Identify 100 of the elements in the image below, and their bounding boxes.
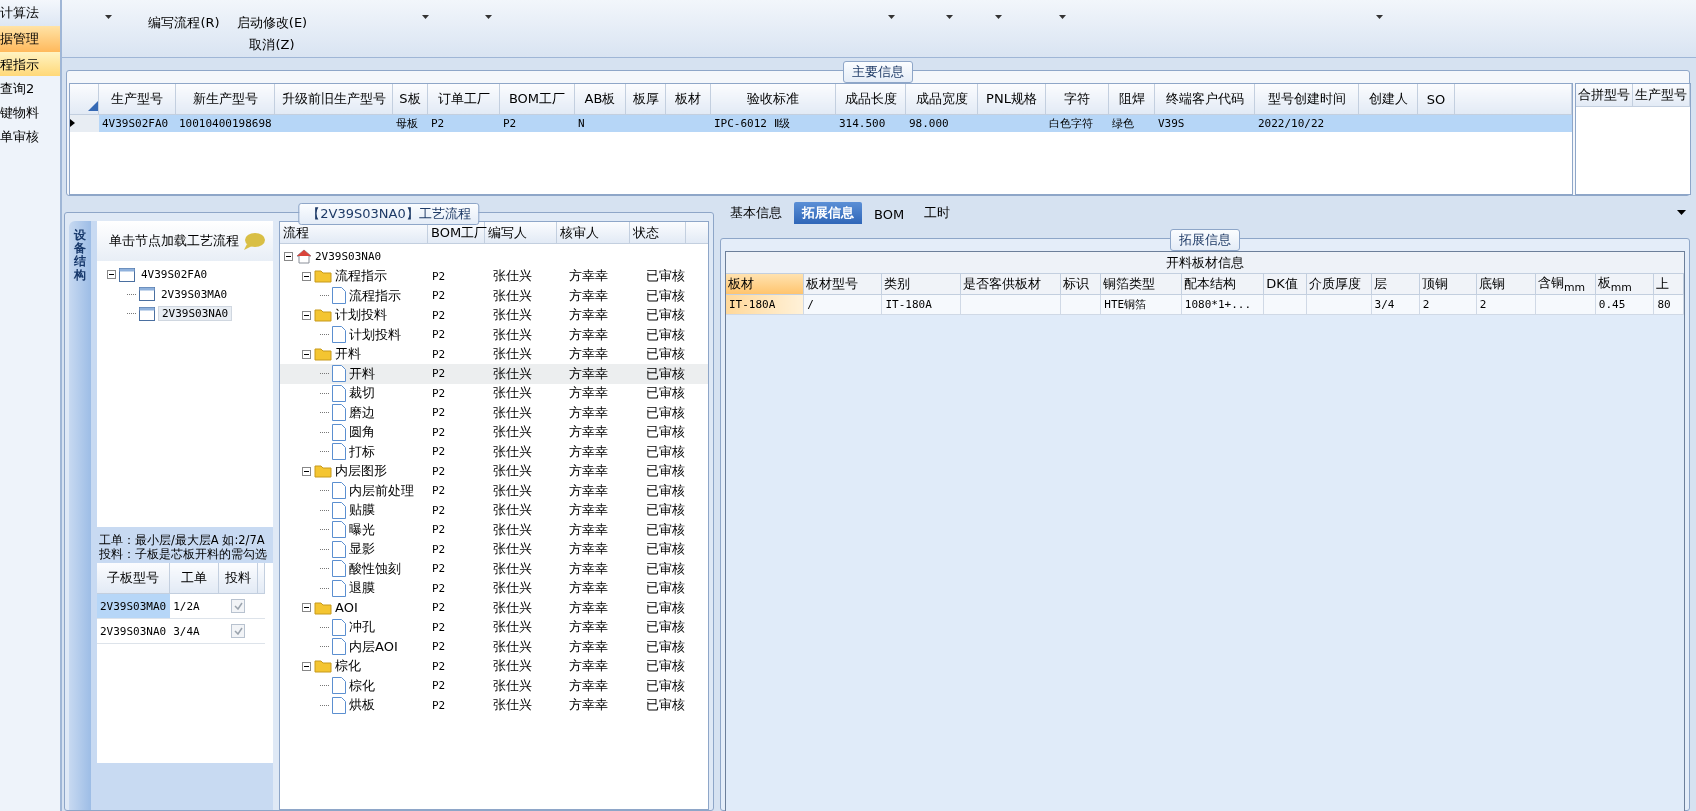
flow-step[interactable]: 流程指示: [349, 286, 401, 305]
column-header[interactable]: 板厚: [625, 84, 666, 115]
column-header[interactable]: 配本结构: [1181, 274, 1264, 295]
column-header[interactable]: 订单工厂: [427, 84, 500, 115]
dropdown-caret-icon[interactable]: [105, 15, 112, 19]
flow-step[interactable]: 磨边: [349, 403, 375, 422]
tab[interactable]: 基本信息: [722, 202, 790, 224]
sidebar-item[interactable]: 单审核: [0, 124, 60, 148]
flow-step[interactable]: 内层前处理: [349, 481, 414, 500]
column-header[interactable]: 上: [1653, 274, 1684, 295]
column-header[interactable]: 标识: [1060, 274, 1101, 295]
dropdown-caret-icon[interactable]: [1059, 15, 1066, 19]
column-header[interactable]: AB板: [574, 84, 626, 115]
column-header[interactable]: 型号创建时间: [1254, 84, 1359, 115]
dropdown-caret-icon[interactable]: [1677, 210, 1686, 215]
tree-item[interactable]: 4V39S02FA0: [138, 268, 211, 282]
dropdown-caret-icon[interactable]: [485, 15, 492, 19]
flow-step[interactable]: 计划投料: [335, 306, 387, 325]
collapse-icon[interactable]: [302, 349, 311, 359]
column-header[interactable]: 终端客户代码: [1154, 84, 1255, 115]
dropdown-caret-icon[interactable]: [995, 15, 1002, 19]
column-header[interactable]: 流程: [280, 222, 428, 243]
column-header[interactable]: 成品宽度: [905, 84, 978, 115]
column-header[interactable]: 是否客供板材: [960, 274, 1061, 295]
column-header[interactable]: PNL规格: [977, 84, 1046, 115]
flow-step[interactable]: 棕化: [335, 657, 361, 676]
column-header[interactable]: 生产型号: [98, 84, 176, 115]
dropdown-caret-icon[interactable]: [946, 15, 953, 19]
dropdown-caret-icon[interactable]: [888, 15, 895, 19]
column-header[interactable]: BOM工厂: [428, 222, 485, 243]
collapse-icon[interactable]: [302, 466, 311, 476]
column-header[interactable]: 成品长度: [835, 84, 906, 115]
tab[interactable]: BOM: [866, 205, 913, 224]
column-header[interactable]: 验收标准: [710, 84, 836, 115]
column-header[interactable]: 子板型号: [97, 563, 170, 594]
column-header[interactable]: 顶铜: [1419, 274, 1477, 295]
flow-step[interactable]: 酸性蚀刻: [349, 559, 401, 578]
toolbar-button[interactable]: 启动修改(E): [236, 12, 308, 34]
column-header[interactable]: 投料: [218, 563, 258, 594]
sidebar-item[interactable]: 程指示: [0, 52, 60, 76]
flow-step[interactable]: 烘板: [349, 696, 375, 715]
column-header[interactable]: 核审人: [557, 222, 630, 243]
sidebar-section[interactable]: 据管理: [0, 26, 60, 52]
flow-step[interactable]: AOI: [335, 600, 358, 616]
column-header[interactable]: 新生产型号: [175, 84, 275, 115]
column-header[interactable]: 底铜: [1476, 274, 1536, 295]
collapse-icon[interactable]: [284, 252, 293, 262]
flow-step[interactable]: 显影: [349, 540, 375, 559]
flow-step[interactable]: 冲孔: [349, 618, 375, 637]
checkbox[interactable]: [231, 599, 246, 613]
column-header[interactable]: 创建人: [1358, 84, 1418, 115]
collapse-icon[interactable]: [302, 661, 311, 671]
flow-step[interactable]: 打标: [349, 442, 375, 461]
column-header[interactable]: DK值: [1263, 274, 1307, 295]
column-header[interactable]: 层: [1371, 274, 1420, 295]
collapse-icon[interactable]: [302, 310, 311, 320]
flow-step[interactable]: 开料: [335, 345, 361, 364]
column-header[interactable]: 板材: [726, 274, 804, 295]
flow-step[interactable]: 裁切: [349, 384, 375, 403]
dropdown-caret-icon[interactable]: [1376, 15, 1383, 19]
column-header[interactable]: 类别: [881, 274, 961, 295]
column-header[interactable]: 铜箔类型: [1100, 274, 1182, 295]
sidebar-item[interactable]: 键物料: [0, 100, 60, 124]
dropdown-caret-icon[interactable]: [422, 15, 429, 19]
flow-step[interactable]: 圆角: [349, 423, 375, 442]
flow-step[interactable]: 开料: [349, 364, 375, 383]
sidebar-item[interactable]: 查询2: [0, 76, 60, 100]
column-header[interactable]: 板材型号: [803, 274, 882, 295]
column-header[interactable]: 板材: [665, 84, 711, 115]
column-header[interactable]: 合拼型号: [1576, 84, 1633, 107]
tab[interactable]: 工时: [916, 202, 959, 224]
collapse-icon[interactable]: [107, 270, 116, 280]
corner-icon[interactable]: [88, 101, 98, 111]
tree-item[interactable]: 2V39S03MA0: [158, 287, 231, 301]
flow-step[interactable]: 贴膜: [349, 501, 375, 520]
toolbar-button[interactable]: 取消(Z): [249, 34, 295, 56]
column-header[interactable]: 介质厚度: [1306, 274, 1372, 295]
flow-step[interactable]: 2V39S03NA0: [315, 250, 382, 264]
flow-step[interactable]: 计划投料: [349, 325, 401, 344]
column-header[interactable]: 生产型号: [1632, 84, 1690, 107]
column-header[interactable]: 阻焊: [1108, 84, 1155, 115]
toolbar-button[interactable]: 编写流程(R): [148, 12, 220, 34]
column-header[interactable]: BOM工厂: [499, 84, 575, 115]
column-header[interactable]: 状态: [630, 222, 686, 243]
column-header[interactable]: SO: [1417, 84, 1455, 115]
flow-step[interactable]: 内层图形: [335, 462, 387, 481]
flow-step[interactable]: 内层AOI: [349, 637, 398, 656]
sidebar-section[interactable]: 计算法: [0, 0, 60, 26]
flow-step[interactable]: 流程指示: [335, 267, 387, 286]
column-header[interactable]: 编写人: [485, 222, 557, 243]
column-header[interactable]: 工单: [169, 563, 219, 594]
column-header[interactable]: S板: [392, 84, 428, 115]
checkbox[interactable]: [231, 624, 246, 638]
tab[interactable]: 拓展信息: [794, 202, 862, 224]
flow-step[interactable]: 退膜: [349, 579, 375, 598]
collapse-icon[interactable]: [302, 603, 311, 613]
column-header[interactable]: 升级前旧生产型号: [274, 84, 393, 115]
vertical-tab[interactable]: 设备结构: [69, 221, 91, 810]
collapse-icon[interactable]: [302, 271, 311, 281]
flow-step[interactable]: 棕化: [349, 676, 375, 695]
